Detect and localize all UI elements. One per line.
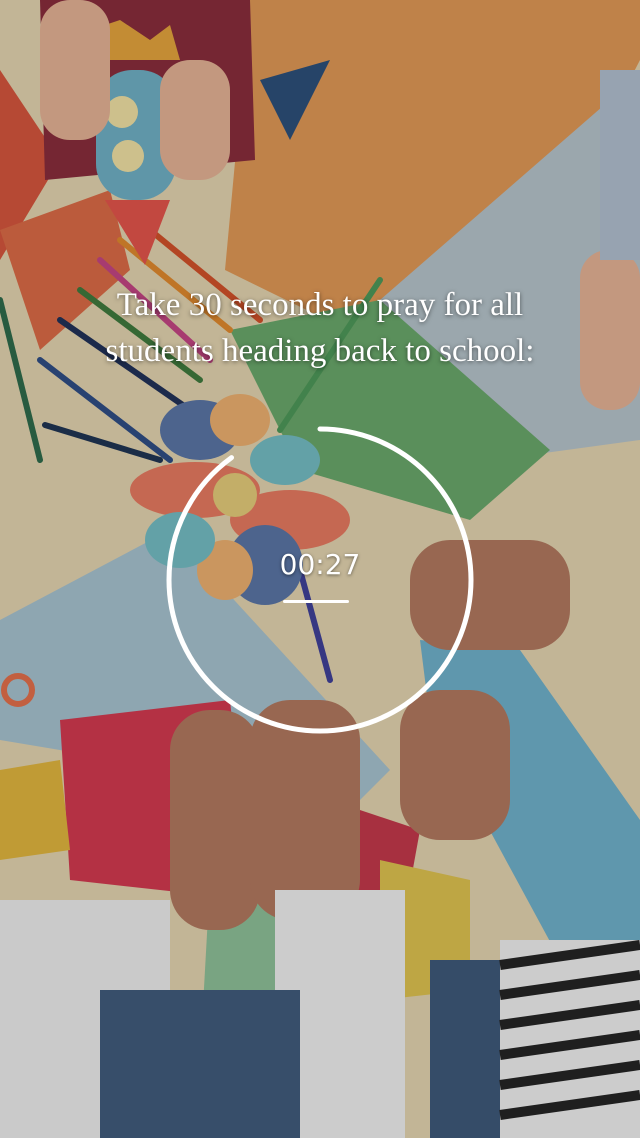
prompt-line-1: Take 30 seconds to pray for all (116, 287, 524, 323)
prompt-line-2: students heading back to school: (105, 333, 535, 369)
countdown-underline (283, 600, 349, 603)
countdown-time: 00:27 (279, 548, 361, 581)
prayer-prompt: Take 30 seconds to pray for all students… (0, 282, 640, 374)
